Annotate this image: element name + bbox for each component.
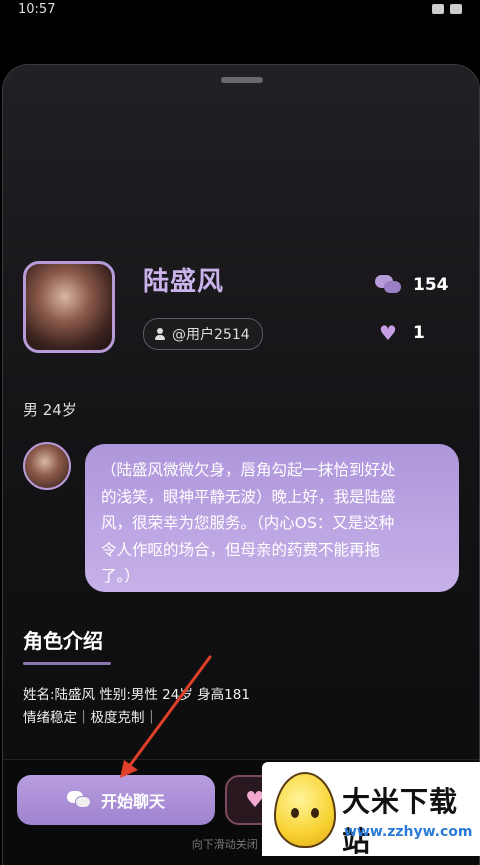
watermark-url: www.zzhyw.com (344, 824, 473, 840)
egg-mascot-icon (274, 772, 336, 848)
arrow-shaft (126, 655, 212, 770)
watermark-title: 大米下载站 (342, 785, 459, 858)
annotation-arrow (120, 655, 212, 778)
arrow-head (120, 760, 138, 778)
watermark: 大米下载站 www.zzhyw.com (262, 762, 480, 858)
